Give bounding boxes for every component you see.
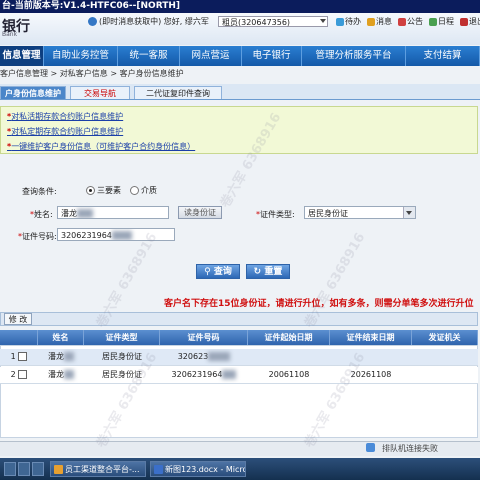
nav-payment[interactable]: 支付结算 — [406, 46, 480, 66]
table-toolbar — [0, 312, 478, 326]
cell-id-number: 3206231964 — [160, 367, 248, 383]
nav-info-management[interactable]: 信息管理 — [0, 46, 44, 66]
radio-button — [86, 186, 95, 195]
logout-icon — [460, 17, 468, 26]
word-icon — [154, 465, 163, 474]
cell-id-type: 居民身份证 — [102, 370, 142, 379]
link-demand-deposit[interactable]: *对私活期存款合约账户信息维护 — [7, 111, 123, 122]
radio-medium[interactable]: 介质 — [128, 185, 157, 196]
nav-branch-ops[interactable]: 网点营运 — [180, 46, 242, 66]
cell-id-type: 居民身份证 — [102, 352, 142, 361]
search-icon: ⚲ — [204, 267, 214, 277]
tab-id-copy-query[interactable]: 二代证复印件查询 — [134, 86, 222, 99]
radio-three-elements[interactable]: 三要素 — [84, 185, 121, 196]
upgrade-warning: 客户名下存在15位身份证，请进行升位，如有多条，则需分单笔多次进行升位 — [164, 299, 474, 309]
queue-machine-icon — [366, 443, 375, 452]
link-panel: *对私活期存款合约账户信息维护 *对私定期存款合约账户信息维护 *一键维护客户身… — [0, 106, 478, 154]
cell-authority — [412, 367, 478, 383]
cell-name: 潘龙 — [38, 367, 84, 383]
org-select[interactable]: 粗员(320647356) — [218, 16, 328, 27]
id-number-input[interactable]: 3206231964 — [57, 228, 175, 241]
cell-name: 潘龙 — [38, 349, 84, 365]
reset-button[interactable]: ↻ 重置 — [246, 264, 290, 279]
query-button[interactable]: ⚲ 查询 — [196, 264, 240, 279]
row-select[interactable]: 2 — [0, 367, 38, 383]
breadcrumb-item[interactable]: 对私客户信息 — [60, 69, 108, 78]
cell-authority — [412, 349, 478, 365]
tab-id-info-maintenance[interactable]: 户身份信息维护 — [0, 86, 66, 99]
cell-id-number: 320623 — [160, 349, 248, 365]
taskbar-item-word[interactable]: 新图123.docx - Micro... — [150, 461, 246, 477]
app-icon — [54, 465, 63, 474]
user-area: (即时消息获取中) 您好, 缪六军 — [88, 16, 209, 28]
name-label: *姓名: — [30, 210, 53, 219]
message-status: (即时消息获取中) — [99, 17, 162, 26]
quicklaunch-icon[interactable] — [18, 462, 30, 476]
cell-start-date: 20061108 — [268, 370, 310, 379]
checkbox[interactable] — [18, 352, 28, 361]
row-select[interactable]: 1 — [0, 349, 38, 365]
user-icon — [88, 17, 97, 26]
name-input[interactable]: 潘龙 — [57, 206, 169, 219]
taskbar-item-platform[interactable]: 员工渠道整合平台-... — [50, 461, 146, 477]
id-number-label: *证件号码: — [18, 232, 57, 241]
id-type-select[interactable]: 居民身份证 — [304, 206, 416, 219]
notice-icon — [398, 17, 406, 26]
table-row[interactable]: 1 潘龙 居民身份证 320623 — [0, 349, 478, 366]
cell-end-date — [330, 349, 412, 365]
chevron-down-icon — [403, 207, 415, 218]
quick-links: 待办消息公告日程退出 — [336, 16, 480, 28]
main-nav: 信息管理 自助业务控管 统一客服 网点营运 电子银行 管理分析服务平台 支付结算 — [0, 46, 480, 66]
breadcrumb-item[interactable]: 客户身份信息维护 — [120, 69, 184, 78]
nav-self-service[interactable]: 自助业务控管 — [44, 46, 118, 66]
quick-link-logout[interactable]: 退出 — [460, 17, 480, 26]
cell-start-date — [248, 349, 330, 365]
tab-transaction-nav[interactable]: 交易导航 — [70, 86, 130, 99]
checkbox[interactable] — [18, 370, 28, 379]
tab-bar: 户身份信息维护 交易导航 二代证复印件查询 — [0, 84, 480, 100]
calendar-icon — [429, 17, 437, 26]
nav-customer-service[interactable]: 统一客服 — [118, 46, 180, 66]
nav-analytics[interactable]: 管理分析服务平台 — [302, 46, 406, 66]
col-select — [0, 330, 38, 345]
message-icon — [367, 17, 375, 26]
col-end-date[interactable]: 证件结束日期 — [330, 330, 412, 345]
quick-link-messages[interactable]: 消息 — [367, 17, 392, 26]
status-text: 排队机连接失败 — [382, 444, 438, 453]
col-authority[interactable]: 发证机关 — [412, 330, 478, 345]
quicklaunch-icon[interactable] — [32, 462, 44, 476]
table-header: 姓名 证件类型 证件号码 证件起始日期 证件结束日期 发证机关 — [0, 330, 478, 345]
quick-link-todo[interactable]: 待办 — [336, 17, 361, 26]
col-id-type[interactable]: 证件类型 — [84, 330, 160, 345]
quick-link-notice[interactable]: 公告 — [398, 17, 423, 26]
window-title: 台-当前版本号:V1.4-HTFC06--[NORTH] — [0, 0, 480, 13]
refresh-icon: ↻ — [253, 267, 265, 277]
redacted-blur — [77, 209, 93, 218]
col-start-date[interactable]: 证件起始日期 — [248, 330, 330, 345]
quick-link-calendar[interactable]: 日程 — [429, 17, 454, 26]
id-type-label: *证件类型: — [256, 210, 295, 219]
col-id-number[interactable]: 证件号码 — [160, 330, 248, 345]
start-icon[interactable] — [4, 462, 16, 476]
redacted-blur — [111, 231, 132, 240]
cell-end-date: 20261108 — [350, 370, 392, 379]
link-time-deposit[interactable]: *对私定期存款合约账户信息维护 — [7, 126, 123, 137]
radio-button — [130, 186, 139, 195]
breadcrumb: 客户信息管理 > 对私客户信息 > 客户身份信息维护 — [0, 69, 184, 78]
greeting: 您好, 缪六军 — [163, 17, 209, 26]
read-id-card-button[interactable]: 读身份证 — [178, 206, 222, 219]
query-condition-label: 查询条件: — [22, 187, 57, 196]
link-one-click-maintain[interactable]: *一键维护客户身份信息（可维护客户合约身份信息） — [7, 141, 195, 152]
chevron-down-icon — [320, 19, 326, 23]
col-name[interactable]: 姓名 — [38, 330, 84, 345]
edit-button[interactable]: 修 改 — [4, 313, 32, 325]
bank-logo-sub: Bank — [2, 31, 18, 38]
table-row[interactable]: 2 潘龙 居民身份证 3206231964 20061108 20261108 — [0, 367, 478, 384]
org-select-value: 粗员(320647356) — [222, 18, 291, 27]
todo-icon — [336, 17, 344, 26]
breadcrumb-item[interactable]: 客户信息管理 — [0, 69, 48, 78]
nav-ebank[interactable]: 电子银行 — [242, 46, 302, 66]
